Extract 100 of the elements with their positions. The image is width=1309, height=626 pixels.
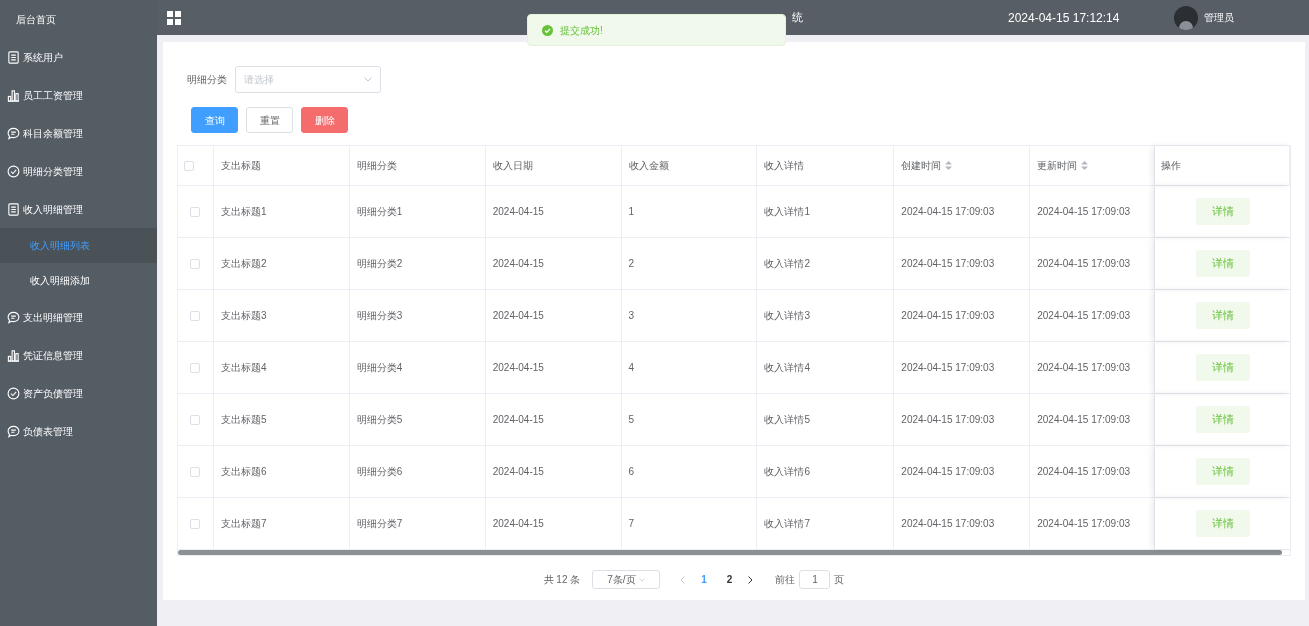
- checkbox[interactable]: [190, 518, 201, 529]
- sidebar-subitem[interactable]: 收入明细添加: [0, 263, 157, 298]
- chat-bubble-icon: [7, 310, 20, 324]
- chat-bubble-icon: [7, 126, 20, 140]
- column-header: 收入金额: [621, 146, 758, 185]
- table-cell: 2: [621, 238, 758, 289]
- checkbox[interactable]: [190, 310, 201, 321]
- table-cell: 2024-04-15 17:09:03: [894, 186, 1031, 237]
- table-cell: 明细分类3: [349, 290, 486, 341]
- check-circle-icon: [7, 386, 20, 400]
- check-circle-icon: [7, 164, 20, 178]
- datetime-text: 2024-04-15 17:12:14: [1008, 9, 1120, 27]
- chevron-down-icon: [639, 577, 646, 582]
- table-cell: 5: [621, 394, 758, 445]
- table-cell: 收入详情6: [757, 446, 895, 497]
- sidebar-item[interactable]: 负债表管理: [0, 412, 157, 450]
- sidebar-item[interactable]: 资产负债管理: [0, 374, 157, 412]
- table-cell: 支出标题7: [213, 498, 350, 549]
- table-cell: 2024-04-15 17:09:03: [1030, 290, 1156, 341]
- app-title: 统: [792, 10, 803, 26]
- table-cell: 收入详情1: [757, 186, 895, 237]
- sidebar-home-link[interactable]: 后台首页: [0, 0, 157, 38]
- table-cell: 2024-04-15 17:09:03: [1030, 394, 1156, 445]
- bar-chart-icon: [7, 348, 20, 362]
- sidebar-item[interactable]: 明细分类管理: [0, 152, 157, 190]
- next-page-icon[interactable]: [748, 575, 754, 584]
- column-header: 明细分类: [349, 146, 486, 185]
- chevron-down-icon: [364, 77, 372, 82]
- table-cell: 3: [621, 290, 758, 341]
- filter-label: 明细分类: [187, 73, 227, 87]
- column-header: 支出标题: [213, 146, 350, 185]
- column-header[interactable]: 创建时间: [894, 146, 1031, 185]
- checkbox[interactable]: [190, 258, 201, 269]
- sidebar-item[interactable]: 收入明细管理: [0, 190, 157, 228]
- column-header: 收入详情: [757, 146, 895, 185]
- table-cell: 2024-04-15: [485, 290, 622, 341]
- horizontal-scrollbar[interactable]: [178, 550, 1282, 555]
- table-cell: 2024-04-15 17:09:03: [1030, 186, 1156, 237]
- table-cell: 6: [621, 446, 758, 497]
- checkbox[interactable]: [190, 466, 201, 477]
- sidebar-item[interactable]: 系统用户: [0, 38, 157, 76]
- column-header: 收入日期: [485, 146, 622, 185]
- checkbox[interactable]: [190, 362, 201, 373]
- sidebar-item[interactable]: 员工工资管理: [0, 76, 157, 114]
- goto-label: 前往: [775, 573, 796, 587]
- page-suffix: 页: [834, 573, 845, 587]
- checkbox[interactable]: [184, 160, 194, 171]
- table-cell: 收入详情5: [757, 394, 895, 445]
- table-cell: 收入详情4: [757, 342, 895, 393]
- table-cell: 2024-04-15 17:09:03: [894, 238, 1031, 289]
- table-cell: 2024-04-15: [485, 342, 622, 393]
- table-cell: 2024-04-15 17:09:03: [894, 394, 1031, 445]
- table-cell: 2024-04-15: [485, 186, 622, 237]
- table-cell: 支出标题4: [213, 342, 350, 393]
- table-cell: 2024-04-15 17:09:03: [894, 342, 1031, 393]
- sidebar-item[interactable]: 支出明细管理: [0, 298, 157, 336]
- table-cell: 明细分类4: [349, 342, 486, 393]
- table-cell: 明细分类6: [349, 446, 486, 497]
- sort-icon[interactable]: [1081, 161, 1089, 170]
- table-cell: 2024-04-15 17:09:03: [1030, 498, 1156, 549]
- table-cell: 明细分类7: [349, 498, 486, 549]
- document-icon: [7, 50, 20, 64]
- table-cell: 收入详情2: [757, 238, 895, 289]
- column-header: 操作: [1155, 146, 1290, 185]
- table-cell: 明细分类2: [349, 238, 486, 289]
- document-icon: [7, 202, 20, 216]
- table-cell: 1: [621, 186, 758, 237]
- page-size-select[interactable]: 7条/页: [592, 570, 661, 589]
- goto-page-field[interactable]: 1: [799, 570, 831, 589]
- page-number[interactable]: 2: [722, 572, 737, 587]
- table-cell: 4: [621, 342, 758, 393]
- table-cell: 2024-04-15 17:09:03: [1030, 238, 1156, 289]
- avatar[interactable]: [1174, 5, 1199, 30]
- table-cell: 2024-04-15: [485, 238, 622, 289]
- previous-page-icon[interactable]: [680, 575, 686, 584]
- success-toast: 提交成功!: [527, 14, 786, 46]
- table-cell: 支出标题3: [213, 290, 350, 341]
- action-button[interactable]: 重置: [246, 107, 293, 133]
- checkbox[interactable]: [190, 206, 201, 217]
- column-header[interactable]: 更新时间: [1030, 146, 1156, 185]
- sidebar-item[interactable]: 科目余额管理: [0, 114, 157, 152]
- table-cell: 明细分类5: [349, 394, 486, 445]
- username-text[interactable]: 管理员: [1204, 10, 1235, 25]
- sidebar-item[interactable]: 凭证信息管理: [0, 336, 157, 374]
- table-cell: 收入详情7: [757, 498, 895, 549]
- table-cell: 2024-04-15 17:09:03: [894, 290, 1031, 341]
- table-cell: 2024-04-15 17:09:03: [894, 446, 1031, 497]
- table-cell: 7: [621, 498, 758, 549]
- table-cell: 支出标题5: [213, 394, 350, 445]
- table-cell: 支出标题1: [213, 186, 350, 237]
- table-cell: 2024-04-15 17:09:03: [894, 498, 1031, 549]
- table-cell: 2024-04-15 17:09:03: [1030, 446, 1156, 497]
- table-cell: 2024-04-15 17:09:03: [1030, 342, 1156, 393]
- checkbox[interactable]: [190, 414, 201, 425]
- table-cell: 明细分类1: [349, 186, 486, 237]
- chat-bubble-icon: [7, 424, 20, 438]
- table-cell: 支出标题2: [213, 238, 350, 289]
- table-cell: 支出标题6: [213, 446, 350, 497]
- sort-icon[interactable]: [945, 161, 953, 170]
- grid-menu-icon[interactable]: [167, 10, 181, 25]
